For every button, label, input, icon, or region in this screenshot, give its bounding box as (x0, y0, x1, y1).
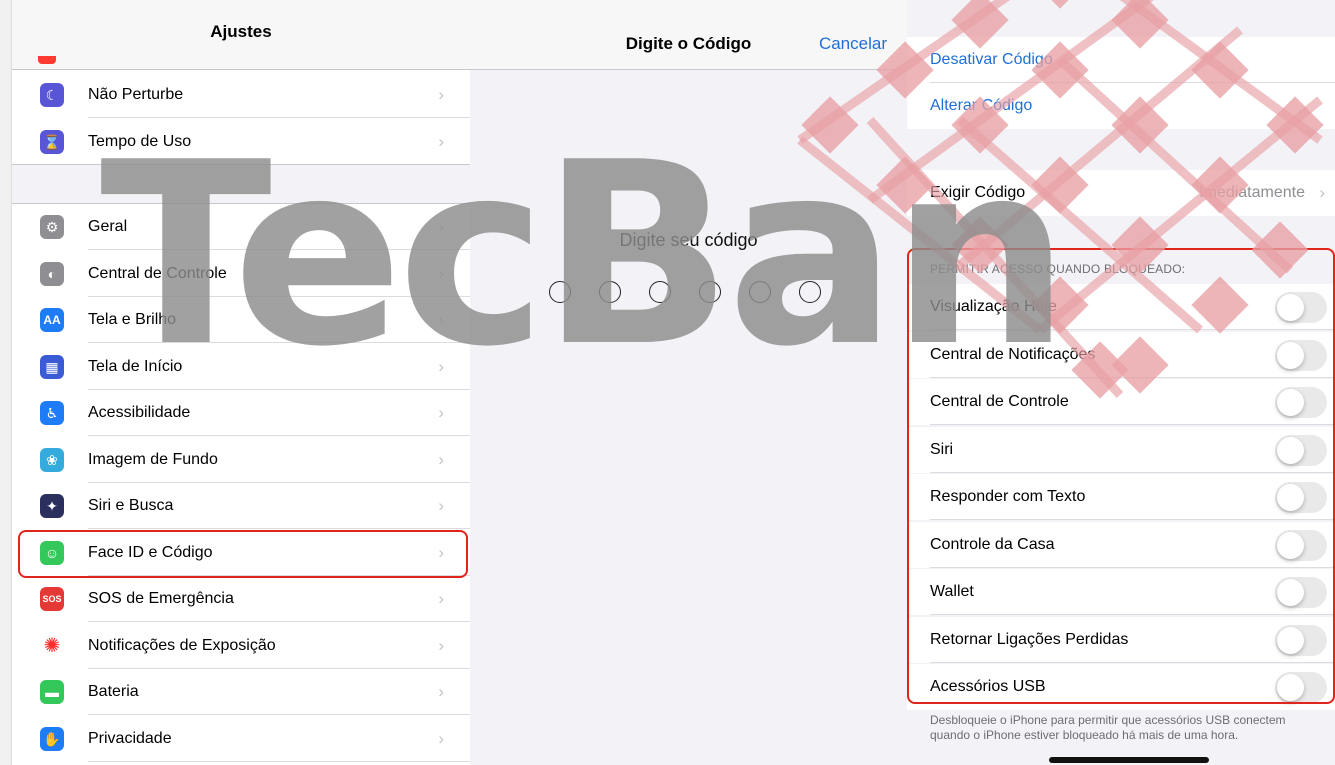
change-code-link[interactable]: Alterar Código (930, 97, 1032, 115)
wallpaper-flower-icon: ❀ (40, 447, 64, 472)
settings-row-label: Acessibilidade (88, 404, 191, 421)
group-separator (12, 164, 470, 204)
settings-row-label: Tela de Início (88, 357, 183, 375)
siri-icon: ✦ (40, 494, 64, 518)
privacy-hand-icon: ✋ (40, 726, 64, 751)
switches-icon: ◐ (40, 261, 64, 286)
settings-row-label: Tela e Brilho (88, 311, 177, 328)
settings-row-label: Siri e Busca (88, 497, 174, 514)
settings-row-label: SOS de Emergência (88, 590, 234, 607)
chevron-right-icon: › (438, 635, 444, 655)
face-id-highlight-box (18, 530, 468, 578)
cancel-button[interactable]: Cancelar (819, 34, 887, 54)
exposure-notification-icon: ✺ (40, 633, 64, 658)
settings-row[interactable]: SOS SOS de Emergência › (12, 576, 470, 622)
top-gap (907, 0, 1335, 8)
sos-icon: SOS (40, 587, 64, 611)
require-code-label: Exigir Código (930, 184, 1026, 201)
passcode-digit-dot (799, 281, 821, 303)
settings-row-label: Bateria (88, 683, 139, 700)
passcode-options-panel: Desativar Código Alterar Código Exigir C… (907, 0, 1335, 765)
settings-row[interactable]: ⚙ Geral › (12, 204, 470, 250)
chevron-right-icon: › (438, 496, 444, 515)
settings-row[interactable]: ▦ Tela de Início › (12, 343, 470, 390)
require-code-row[interactable]: Exigir Código Imediatamente › (907, 170, 1335, 216)
home-indicator (1049, 757, 1209, 763)
settings-row[interactable]: ✋ Privacidade › (12, 715, 470, 762)
settings-nav-bar: Ajustes (12, 0, 470, 70)
passcode-prompt: Digite seu código (619, 230, 758, 250)
settings-row[interactable]: AA Tela e Brilho › (12, 297, 470, 343)
settings-row-label: Notificações de Exposição (88, 636, 276, 654)
chevron-right-icon: › (438, 728, 444, 748)
settings-row-label: Central de Controle (88, 264, 227, 282)
chevron-right-icon: › (438, 85, 444, 104)
settings-title: Ajustes (210, 22, 272, 41)
settings-row[interactable]: ⌛ Tempo de Uso › (12, 118, 470, 165)
partial-icon-strip (38, 56, 56, 64)
passcode-digit-dot (549, 281, 571, 303)
settings-row[interactable]: ✺ Notificações de Exposição › (12, 622, 470, 669)
chevron-right-icon: › (438, 449, 444, 469)
settings-row[interactable]: ❀ Imagem de Fundo › (12, 436, 470, 483)
passcode-nav-bar: Digite o Código Cancelar (470, 0, 907, 70)
settings-row-label: Não Perturbe (88, 86, 184, 103)
passcode-digit-dot (649, 281, 671, 303)
passcode-digit-dot (699, 281, 721, 303)
gear-icon: ⚙ (40, 215, 64, 239)
chevron-right-icon: › (438, 310, 444, 329)
row-separator (88, 760, 470, 762)
chevron-right-icon: › (438, 682, 444, 701)
settings-row-label: Tempo de Uso (88, 132, 192, 150)
chevron-right-icon: › (438, 403, 444, 422)
settings-row-label: Privacidade (88, 729, 172, 747)
lock-access-highlight-box (907, 248, 1335, 704)
chevron-right-icon: › (438, 217, 444, 236)
chevron-right-icon: › (438, 263, 444, 283)
home-screen-grid-icon: ▦ (40, 354, 64, 379)
settings-row[interactable]: ☾ Não Perturbe › (12, 72, 470, 118)
moon-icon: ☾ (40, 83, 64, 107)
settings-row-label: Geral (88, 218, 128, 235)
settings-row[interactable]: ♿ Acessibilidade › (12, 390, 470, 436)
passcode-panel: Digite o Código Cancelar Digite seu códi… (470, 0, 907, 765)
hourglass-icon: ⌛ (40, 129, 64, 154)
settings-row[interactable]: ✦ Siri e Busca › (12, 483, 470, 529)
disable-code-link[interactable]: Desativar Código (930, 51, 1053, 69)
chevron-right-icon: › (438, 356, 444, 376)
display-brightness-icon: AA (40, 308, 64, 332)
settings-row[interactable]: ▬ Bateria › (12, 669, 470, 715)
settings-row-label: Imagem de Fundo (88, 450, 218, 468)
chevron-right-icon: › (438, 131, 444, 151)
chevron-right-icon: › (438, 589, 444, 608)
usb-footer-note: Desbloqueie o iPhone para permitir que a… (930, 713, 1286, 742)
settings-panel: Ajustes ☾ Não Perturbe › ⌛ Tempo de Uso › ⚙ Ge… (0, 0, 470, 765)
accessibility-icon: ♿ (40, 401, 64, 425)
battery-icon: ▬ (40, 680, 64, 704)
passcode-digit-dot (749, 281, 771, 303)
change-code-row[interactable]: Alterar Código (907, 83, 1335, 129)
window-edge (0, 0, 12, 765)
passcode-digit-dot (599, 281, 621, 303)
passcode-dots (549, 281, 821, 303)
settings-row[interactable]: ◐ Central de Controle › (12, 250, 470, 297)
chevron-right-icon: › (1319, 183, 1325, 202)
require-code-value: Imediatamente (1199, 184, 1305, 201)
disable-code-row[interactable]: Desativar Código (907, 37, 1335, 83)
